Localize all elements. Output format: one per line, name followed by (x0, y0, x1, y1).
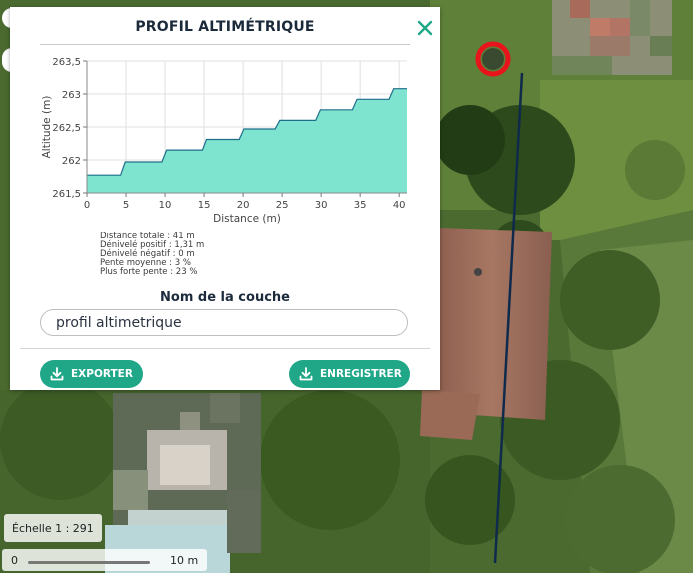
y-tick-label: 263,5 (52, 57, 81, 68)
close-icon[interactable] (414, 17, 436, 39)
elevation-profile-panel: PROFIL ALTIMÉTRIQUE 0 5 10 15 20 25 30 35 40 261… (10, 7, 440, 390)
layer-name-input[interactable] (40, 309, 408, 336)
x-axis-label: Distance (m) (213, 213, 281, 225)
download-icon (299, 367, 313, 381)
elevation-area (87, 88, 407, 193)
x-tick-label: 0 (84, 200, 90, 211)
scale-ratio: Échelle 1 : 291 (4, 514, 102, 542)
scale-end: 10 m (170, 554, 199, 567)
scale-start: 0 (11, 554, 18, 567)
layer-name-label: Nom de la couche (160, 290, 290, 305)
save-button-label: ENREGISTRER (320, 368, 402, 380)
profile-stats: Distance totale : 41 m Dénivelé positif … (100, 232, 320, 276)
y-tick-label: 261,5 (52, 189, 81, 200)
x-tick-label: 40 (393, 200, 406, 211)
y-tick-label: 262 (62, 156, 81, 167)
scale-line (28, 561, 150, 564)
x-tick-label: 5 (123, 200, 129, 211)
bottom-divider (20, 348, 430, 349)
download-icon (50, 367, 64, 381)
x-tick-label: 35 (354, 200, 367, 211)
export-button-label: EXPORTER (71, 368, 133, 380)
x-tick-label: 10 (159, 200, 172, 211)
elevation-chart: 0 5 10 15 20 25 30 35 40 261,5 262 262,5 263 263,5 D… (41, 57, 407, 225)
y-tick-label: 262,5 (52, 123, 81, 134)
scale-bar: 0 10 m (2, 549, 207, 571)
x-tick-label: 25 (276, 200, 289, 211)
y-tick-label: 263 (62, 90, 81, 101)
export-button[interactable]: EXPORTER (40, 360, 143, 388)
x-tick-label: 20 (237, 200, 250, 211)
blurred-region (105, 393, 261, 573)
save-button[interactable]: ENREGISTRER (289, 360, 410, 388)
title-divider (40, 44, 410, 45)
blurred-region (552, 0, 672, 75)
stat-max-slope: Plus forte pente : 23 % (100, 267, 198, 277)
x-tick-label: 30 (315, 200, 328, 211)
x-tick-label: 15 (198, 200, 211, 211)
panel-title: PROFIL ALTIMÉTRIQUE (135, 19, 315, 35)
y-axis-label: Altitude (m) (41, 96, 53, 159)
